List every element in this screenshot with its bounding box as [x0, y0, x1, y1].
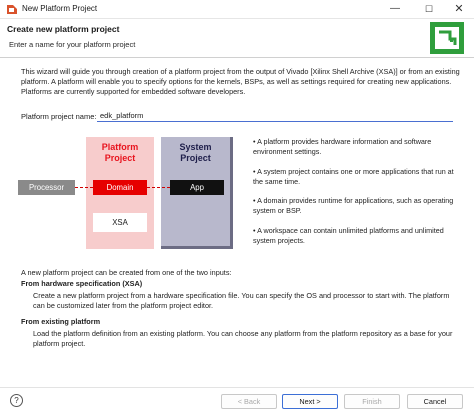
platform-project-title-line2: Project: [104, 153, 136, 163]
finish-button[interactable]: Finish: [344, 394, 400, 409]
project-name-label: Platform project name:: [21, 112, 97, 121]
hw-spec-heading: From hardware specification (XSA): [21, 279, 143, 288]
cancel-button[interactable]: Cancel: [407, 394, 463, 409]
help-icon[interactable]: ?: [10, 394, 23, 407]
domain-block: Domain: [93, 180, 147, 195]
domain-app-connector: [147, 187, 170, 188]
existing-platform-description: Load the platform definition from an exi…: [33, 329, 453, 348]
intro-description: This wizard will guide you through creat…: [21, 67, 460, 96]
window-title: New Platform Project: [22, 4, 98, 13]
system-project-title-line1: System: [179, 142, 212, 152]
bullet-workspace: • A workspace can contain unlimited plat…: [253, 226, 444, 245]
system-project-title: System Project: [161, 142, 230, 164]
platform-project-title-line1: Platform: [101, 142, 139, 152]
footer-divider: [0, 387, 474, 388]
existing-platform-heading: From existing platform: [21, 317, 101, 326]
page-subtitle: Enter a name for your platform project: [9, 40, 136, 49]
inputs-intro: A new platform project can be created fr…: [21, 268, 232, 277]
system-project-title-line2: Project: [180, 153, 211, 163]
app-block: App: [170, 180, 224, 195]
processor-block: Processor: [18, 180, 75, 195]
next-button[interactable]: Next >: [282, 394, 338, 409]
minimize-button[interactable]: —: [380, 0, 410, 19]
xsa-block: XSA: [93, 213, 147, 232]
back-button[interactable]: < Back: [221, 394, 277, 409]
platform-project-title: Platform Project: [86, 142, 154, 164]
hw-spec-description: Create a new platform project from a har…: [33, 291, 450, 310]
project-name-input[interactable]: [97, 109, 453, 122]
processor-domain-connector: [75, 187, 93, 188]
page-title: Create new platform project: [7, 24, 120, 34]
platform-diagram: Platform Project System Project Processo…: [17, 136, 249, 252]
maximize-button[interactable]: ☐: [414, 0, 444, 19]
wizard-header: Create new platform project Enter a name…: [0, 19, 474, 58]
bullet-platform: • A platform provides hardware informati…: [253, 137, 432, 156]
bullet-system-project: • A system project contains one or more …: [253, 167, 454, 186]
close-button[interactable]: ✕: [444, 0, 474, 19]
title-bar: New Platform Project — ☐ ✕: [0, 0, 474, 19]
platform-app-icon: [7, 5, 17, 14]
platform-wizard-logo: [430, 22, 464, 54]
bullet-domain: • A domain provides runtime for applicat…: [253, 196, 454, 215]
